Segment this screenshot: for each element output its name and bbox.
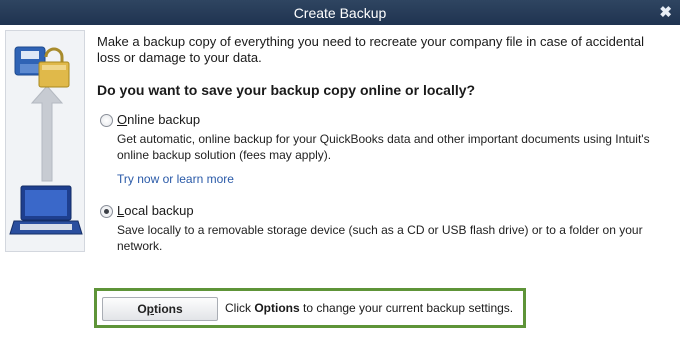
options-hint-text: Click Options to change your current bac…	[225, 301, 513, 315]
options-btn-before: O	[137, 302, 147, 316]
hint-prefix: Click	[225, 301, 255, 315]
hint-bold: Options	[254, 301, 300, 315]
online-backup-radio[interactable]	[100, 114, 113, 127]
local-label-rest: ocal backup	[124, 203, 194, 218]
online-label-rest: nline backup	[127, 112, 201, 127]
online-backup-description: Get automatic, online backup for your Qu…	[117, 132, 650, 162]
local-backup-radio[interactable]	[100, 205, 113, 218]
intro-text: Make a backup copy of everything you nee…	[97, 34, 645, 65]
local-backup-label[interactable]: Local backup	[117, 203, 194, 218]
local-backup-description: Save locally to a removable storage devi…	[117, 223, 643, 253]
window-title: Create Backup	[293, 4, 387, 21]
options-btn-after: tions	[154, 302, 183, 316]
hint-suffix: to change your current backup settings.	[299, 301, 514, 315]
try-now-link[interactable]: Try now or learn more	[117, 172, 234, 186]
options-button[interactable]: Options	[102, 297, 218, 321]
backup-illustration-icon	[9, 46, 83, 235]
online-backup-option[interactable]: Online backup Get automatic, online back…	[97, 112, 657, 186]
options-btn-accesskey: p	[146, 302, 154, 316]
main-content: Make a backup copy of everything you nee…	[97, 34, 657, 254]
title-bar: Create Backup ✖	[0, 0, 680, 25]
question-heading: Do you want to save your backup copy onl…	[97, 82, 476, 98]
backup-illustration-panel	[5, 30, 85, 252]
online-backup-label[interactable]: Online backup	[117, 112, 200, 127]
options-highlight-box: Options Click Options to change your cur…	[94, 288, 526, 328]
local-backup-option[interactable]: Local backup Save locally to a removable…	[97, 203, 657, 254]
online-accesskey: O	[117, 112, 128, 127]
close-icon[interactable]: ✖	[659, 3, 672, 21]
